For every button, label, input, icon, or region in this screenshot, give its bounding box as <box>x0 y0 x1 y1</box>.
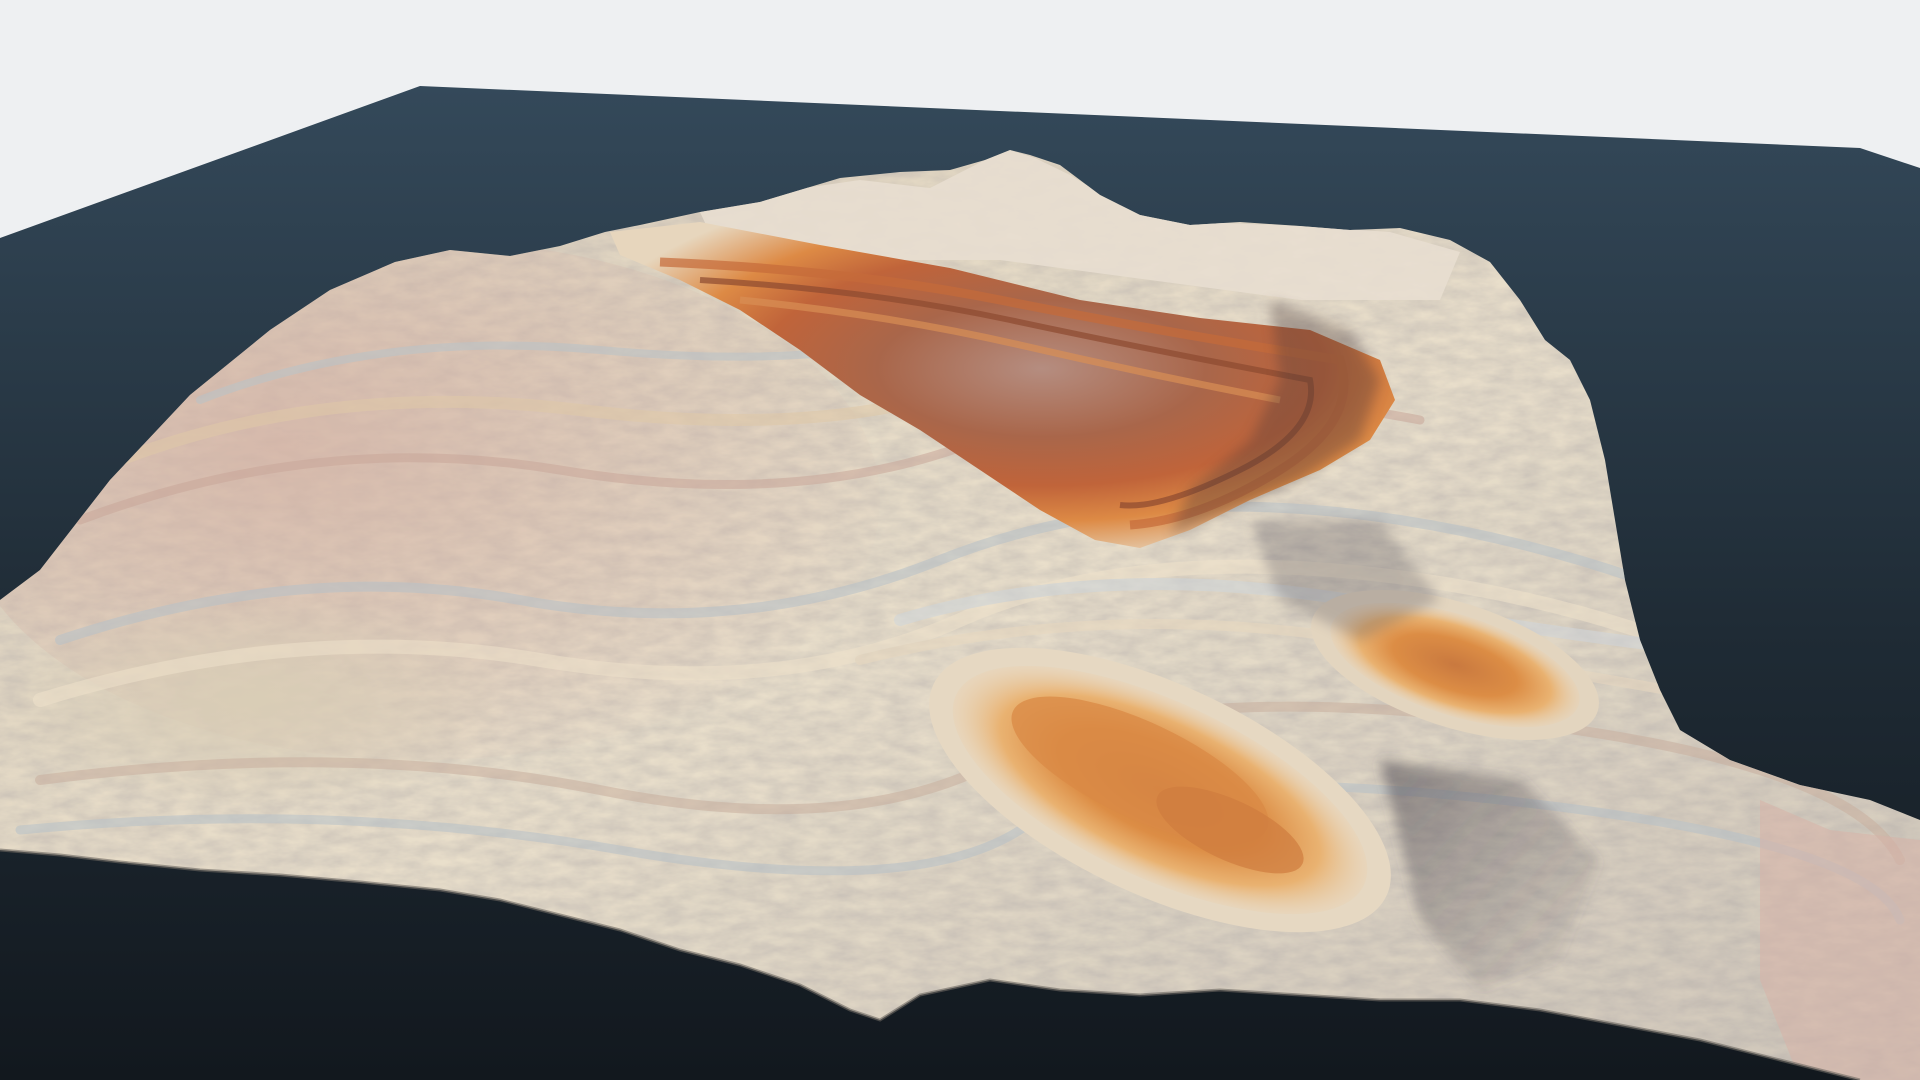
terrain-viewport[interactable] <box>0 0 1920 1080</box>
terrain-scene[interactable] <box>0 0 1920 1080</box>
eastern-ridge <box>1760 800 1920 1080</box>
